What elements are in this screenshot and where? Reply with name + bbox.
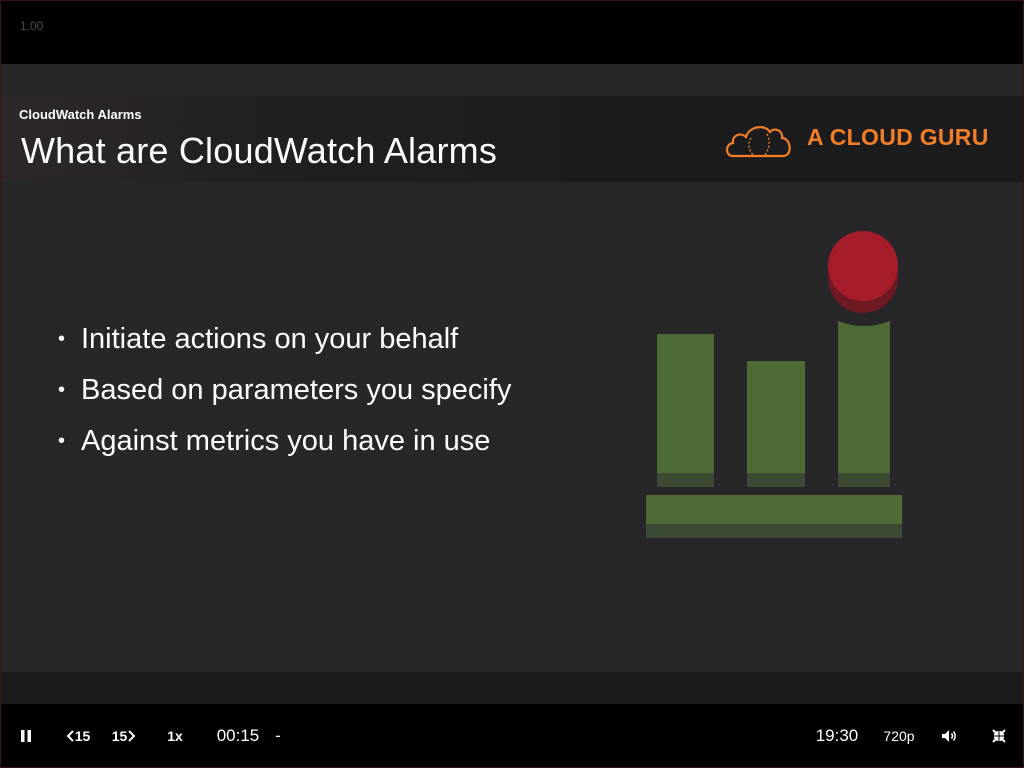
logo-wordmark: A CLOUD GURU: [807, 124, 989, 150]
volume-icon: [942, 730, 956, 742]
bullet-item: • Based on parameters you specify: [56, 365, 511, 416]
bullet-text: Against metrics you have in use: [81, 425, 491, 457]
volume-button[interactable]: [934, 704, 964, 768]
illustration-bar-2: [747, 361, 805, 487]
slide-bottom-strip: [1, 672, 1023, 704]
illustration-bar-3-shadow: [838, 473, 890, 487]
bullet-text: Based on parameters you specify: [81, 374, 512, 406]
cloud-logo-icon: [725, 126, 791, 158]
alarm-bar-illustration: [646, 231, 902, 538]
bullet-list: • Initiate actions on your behalf • Base…: [56, 314, 511, 467]
pause-icon: [21, 730, 31, 742]
bullet-text: Initiate actions on your behalf: [81, 323, 459, 355]
exit-fullscreen-icon: [992, 729, 1006, 743]
forward-15-button[interactable]: 15: [104, 704, 144, 768]
bullet-dot: •: [58, 328, 66, 350]
slide-title: What are CloudWatch Alarms: [21, 130, 498, 171]
current-time: 00:15: [216, 726, 260, 745]
a-cloud-guru-logo: A CLOUD GURU: [723, 116, 1003, 162]
video-slide[interactable]: CloudWatch Alarms What are CloudWatch Al…: [1, 64, 1023, 672]
top-bar: 1.00: [0, 0, 1024, 64]
video-duration: 19:30: [815, 726, 859, 745]
illustration-bar-2-shadow: [747, 473, 805, 487]
player-controls: 15 15 1x 00:15 - 19:30 720p: [0, 704, 1024, 768]
illustration-bar-1: [657, 334, 714, 487]
illustration-base: [646, 495, 902, 524]
alarm-ball: [828, 231, 898, 301]
time-separator: -: [275, 726, 281, 745]
bullet-dot: •: [58, 379, 66, 401]
illustration-base-shadow: [646, 524, 902, 538]
slide-header: CloudWatch Alarms What are CloudWatch Al…: [1, 96, 1023, 182]
illustration-bar-3: [838, 321, 890, 487]
version-label: 1.00: [20, 19, 44, 33]
forward-label: 15: [111, 728, 128, 744]
bullet-dot: •: [58, 430, 66, 452]
pause-button[interactable]: [10, 704, 42, 768]
chevron-right-icon: [128, 730, 136, 742]
playback-speed-button[interactable]: 1x: [158, 704, 192, 768]
chevron-left-icon: [66, 730, 74, 742]
bullet-item: • Against metrics you have in use: [56, 416, 511, 467]
rewind-label: 15: [74, 728, 91, 744]
exit-fullscreen-button[interactable]: [984, 704, 1014, 768]
illustration-bar-1-shadow: [657, 473, 714, 487]
slide-subtitle: CloudWatch Alarms: [19, 107, 142, 122]
quality-selector[interactable]: 720p: [876, 704, 922, 768]
rewind-15-button[interactable]: 15: [58, 704, 98, 768]
bullet-item: • Initiate actions on your behalf: [56, 314, 511, 365]
